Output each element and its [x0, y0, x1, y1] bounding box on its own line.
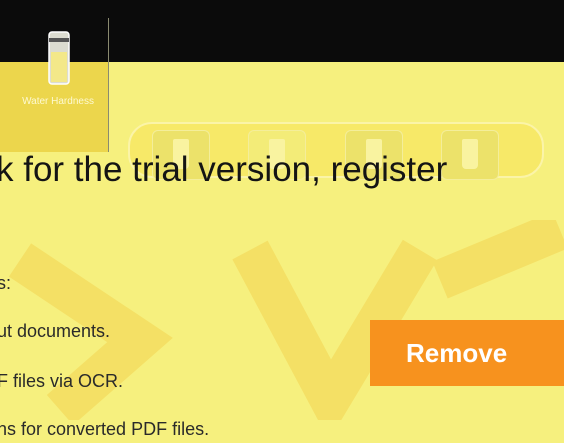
top-bar — [0, 0, 564, 62]
water-glass-icon[interactable] — [46, 30, 72, 88]
trial-line: F files via OCR. — [0, 371, 124, 391]
option-slot[interactable] — [441, 130, 499, 180]
trial-line: ns for converted PDF files. — [0, 419, 210, 439]
remove-button[interactable]: Remove — [370, 320, 564, 386]
sidebar-label[interactable]: Water Hardness — [18, 96, 98, 107]
trial-line: ut documents. — [0, 321, 111, 341]
trial-line: s: — [0, 273, 12, 293]
trial-headline: k for the trial version, register — [0, 150, 448, 189]
sidebar-divider — [108, 18, 109, 152]
glass-icon — [462, 139, 478, 169]
